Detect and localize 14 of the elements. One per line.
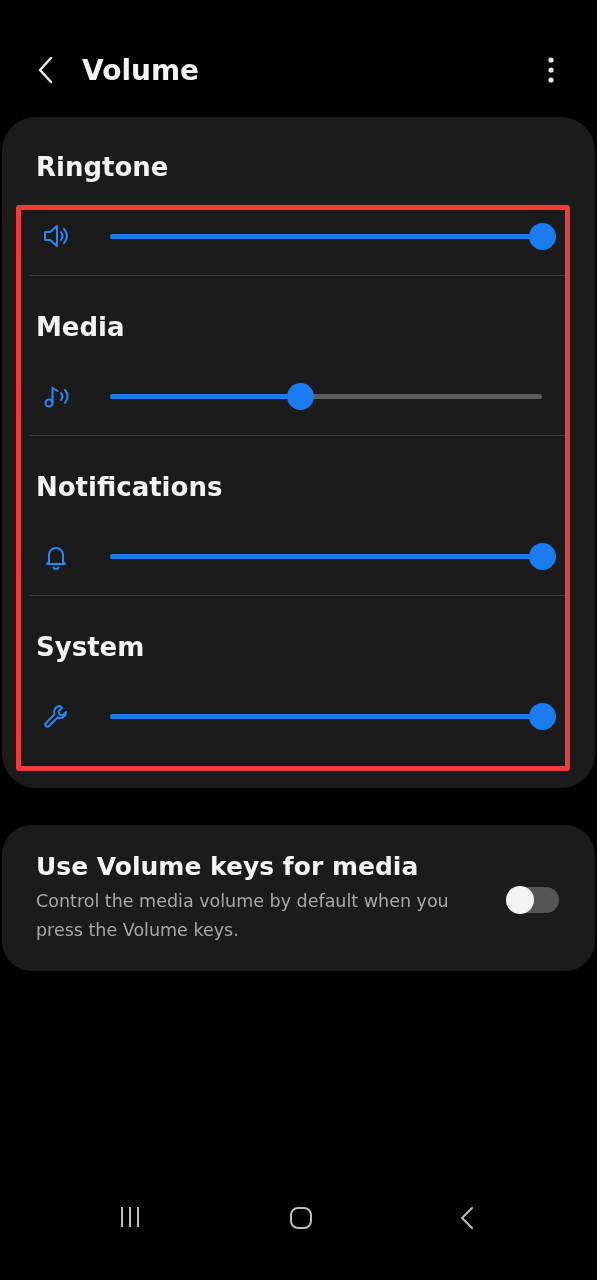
- screen-title: Volume: [82, 53, 201, 87]
- wrench-icon: [42, 702, 70, 730]
- volume-label: Notifications: [35, 471, 224, 504]
- recent-apps-icon[interactable]: [118, 1206, 142, 1228]
- home-icon[interactable]: [288, 1206, 313, 1230]
- speaker-icon: [42, 222, 70, 250]
- setting-description: Control the media volume by default when you press the Volume keys.: [36, 890, 450, 942]
- volume-label: System: [35, 631, 146, 664]
- volume-label: Media: [35, 311, 126, 344]
- more-options-icon[interactable]: [547, 57, 555, 83]
- back-icon[interactable]: [459, 1206, 475, 1230]
- volume-label: Ringtone: [35, 151, 170, 184]
- toggle-switch[interactable]: [507, 887, 559, 913]
- setting-title: Use Volume keys for media: [36, 851, 420, 883]
